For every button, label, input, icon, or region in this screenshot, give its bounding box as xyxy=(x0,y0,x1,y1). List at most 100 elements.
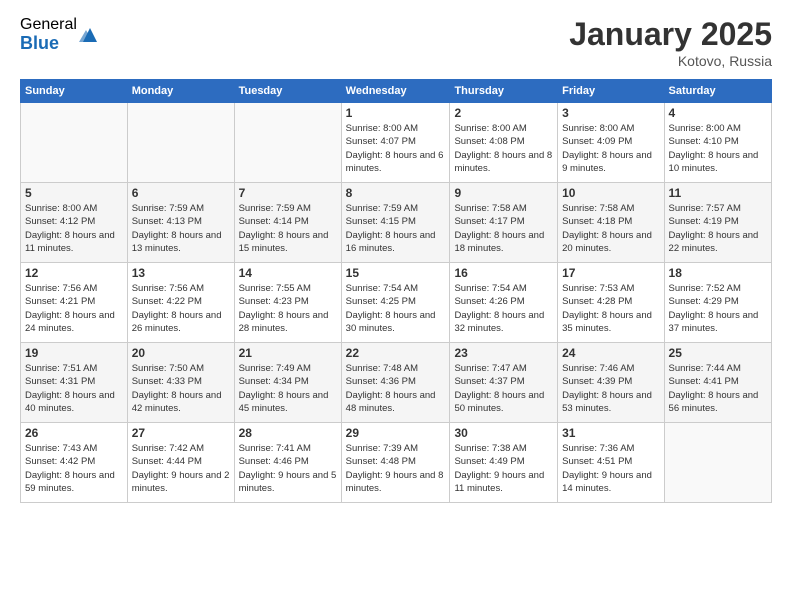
calendar-cell: 13 Sunrise: 7:56 AM Sunset: 4:22 PM Dayli… xyxy=(127,263,234,343)
day-info: Sunrise: 7:52 AM Sunset: 4:29 PM Dayligh… xyxy=(669,282,767,335)
calendar-cell: 14 Sunrise: 7:55 AM Sunset: 4:23 PM Dayli… xyxy=(234,263,341,343)
day-info: Sunrise: 7:57 AM Sunset: 4:19 PM Dayligh… xyxy=(669,202,767,255)
day-info: Sunrise: 7:38 AM Sunset: 4:49 PM Dayligh… xyxy=(454,442,553,495)
calendar-cell: 20Sunrise: 7:50 AM Sunset: 4:33 PM Dayli… xyxy=(127,343,234,423)
location: Kotovo, Russia xyxy=(569,53,772,69)
day-info: Sunrise: 7:54 AM Sunset: 4:25 PM Dayligh… xyxy=(346,282,446,335)
day-info: Sunrise: 7:56 AM Sunset: 4:21 PM Dayligh… xyxy=(25,282,123,335)
calendar-cell: 16 Sunrise: 7:54 AM Sunset: 4:26 PM Dayli… xyxy=(450,263,558,343)
month-title: January 2025 xyxy=(569,16,772,53)
day-info: Sunrise: 7:47 AM Sunset: 4:37 PM Dayligh… xyxy=(454,362,553,415)
day-info: Sunrise: 7:48 AM Sunset: 4:36 PM Dayligh… xyxy=(346,362,446,415)
day-number: 13 xyxy=(132,266,230,280)
day-number: 30 xyxy=(454,426,553,440)
calendar-cell: 29Sunrise: 7:39 AM Sunset: 4:48 PM Dayli… xyxy=(341,423,450,503)
calendar-cell: 12 Sunrise: 7:56 AM Sunset: 4:21 PM Dayli… xyxy=(21,263,128,343)
day-info: Sunrise: 7:50 AM Sunset: 4:33 PM Dayligh… xyxy=(132,362,230,415)
calendar-cell: 1Sunrise: 8:00 AM Sunset: 4:07 PM Daylig… xyxy=(341,103,450,183)
calendar-cell: 11 Sunrise: 7:57 AM Sunset: 4:19 PM Dayli… xyxy=(664,183,771,263)
day-number: 31 xyxy=(562,426,659,440)
day-number: 1 xyxy=(346,106,446,120)
header-thursday: Thursday xyxy=(450,80,558,103)
calendar-cell: 5 Sunrise: 8:00 AM Sunset: 4:12 PM Daylig… xyxy=(21,183,128,263)
calendar-week-1: 5 Sunrise: 8:00 AM Sunset: 4:12 PM Daylig… xyxy=(21,183,772,263)
calendar-cell xyxy=(234,103,341,183)
calendar-cell: 15 Sunrise: 7:54 AM Sunset: 4:25 PM Dayli… xyxy=(341,263,450,343)
day-number: 24 xyxy=(562,346,659,360)
day-number: 6 xyxy=(132,186,230,200)
day-info: Sunrise: 7:56 AM Sunset: 4:22 PM Dayligh… xyxy=(132,282,230,335)
calendar-week-3: 19 Sunrise: 7:51 AM Sunset: 4:31 PM Dayli… xyxy=(21,343,772,423)
day-info: Sunrise: 7:51 AM Sunset: 4:31 PM Dayligh… xyxy=(25,362,123,415)
calendar-table: Sunday Monday Tuesday Wednesday Thursday… xyxy=(20,79,772,503)
calendar-cell: 9 Sunrise: 7:58 AM Sunset: 4:17 PM Daylig… xyxy=(450,183,558,263)
calendar-header-row: Sunday Monday Tuesday Wednesday Thursday… xyxy=(21,80,772,103)
day-number: 12 xyxy=(25,266,123,280)
day-info: Sunrise: 7:41 AM Sunset: 4:46 PM Dayligh… xyxy=(239,442,337,495)
day-info: Sunrise: 7:36 AM Sunset: 4:51 PM Dayligh… xyxy=(562,442,659,495)
page: General Blue January 2025 Kotovo, Russia… xyxy=(0,0,792,612)
day-info: Sunrise: 7:42 AM Sunset: 4:44 PM Dayligh… xyxy=(132,442,230,495)
logo-general: General xyxy=(20,16,77,34)
calendar-cell: 8 Sunrise: 7:59 AM Sunset: 4:15 PM Daylig… xyxy=(341,183,450,263)
calendar-cell: 22 Sunrise: 7:48 AM Sunset: 4:36 PM Dayli… xyxy=(341,343,450,423)
calendar-cell: 18Sunrise: 7:52 AM Sunset: 4:29 PM Dayli… xyxy=(664,263,771,343)
day-number: 9 xyxy=(454,186,553,200)
day-info: Sunrise: 7:58 AM Sunset: 4:18 PM Dayligh… xyxy=(562,202,659,255)
calendar-cell: 6Sunrise: 7:59 AM Sunset: 4:13 PM Daylig… xyxy=(127,183,234,263)
calendar-cell xyxy=(664,423,771,503)
day-number: 4 xyxy=(669,106,767,120)
logo-blue: Blue xyxy=(20,34,77,54)
day-info: Sunrise: 7:58 AM Sunset: 4:17 PM Dayligh… xyxy=(454,202,553,255)
day-number: 16 xyxy=(454,266,553,280)
day-info: Sunrise: 7:55 AM Sunset: 4:23 PM Dayligh… xyxy=(239,282,337,335)
day-info: Sunrise: 8:00 AM Sunset: 4:08 PM Dayligh… xyxy=(454,122,553,175)
calendar-week-2: 12 Sunrise: 7:56 AM Sunset: 4:21 PM Dayli… xyxy=(21,263,772,343)
day-number: 27 xyxy=(132,426,230,440)
calendar-cell: 21Sunrise: 7:49 AM Sunset: 4:34 PM Dayli… xyxy=(234,343,341,423)
day-number: 15 xyxy=(346,266,446,280)
header-monday: Monday xyxy=(127,80,234,103)
day-number: 2 xyxy=(454,106,553,120)
day-number: 26 xyxy=(25,426,123,440)
day-info: Sunrise: 7:49 AM Sunset: 4:34 PM Dayligh… xyxy=(239,362,337,415)
calendar-cell: 30 Sunrise: 7:38 AM Sunset: 4:49 PM Dayli… xyxy=(450,423,558,503)
day-number: 25 xyxy=(669,346,767,360)
calendar-cell: 26Sunrise: 7:43 AM Sunset: 4:42 PM Dayli… xyxy=(21,423,128,503)
header-wednesday: Wednesday xyxy=(341,80,450,103)
day-number: 8 xyxy=(346,186,446,200)
calendar-cell: 31 Sunrise: 7:36 AM Sunset: 4:51 PM Dayli… xyxy=(558,423,664,503)
calendar-cell: 3Sunrise: 8:00 AM Sunset: 4:09 PM Daylig… xyxy=(558,103,664,183)
day-info: Sunrise: 7:44 AM Sunset: 4:41 PM Dayligh… xyxy=(669,362,767,415)
day-info: Sunrise: 7:59 AM Sunset: 4:15 PM Dayligh… xyxy=(346,202,446,255)
day-info: Sunrise: 7:46 AM Sunset: 4:39 PM Dayligh… xyxy=(562,362,659,415)
header-tuesday: Tuesday xyxy=(234,80,341,103)
day-number: 28 xyxy=(239,426,337,440)
header-sunday: Sunday xyxy=(21,80,128,103)
day-number: 29 xyxy=(346,426,446,440)
day-info: Sunrise: 8:00 AM Sunset: 4:09 PM Dayligh… xyxy=(562,122,659,175)
day-number: 19 xyxy=(25,346,123,360)
calendar-week-0: 1Sunrise: 8:00 AM Sunset: 4:07 PM Daylig… xyxy=(21,103,772,183)
day-info: Sunrise: 7:53 AM Sunset: 4:28 PM Dayligh… xyxy=(562,282,659,335)
day-info: Sunrise: 8:00 AM Sunset: 4:12 PM Dayligh… xyxy=(25,202,123,255)
day-number: 22 xyxy=(346,346,446,360)
day-number: 5 xyxy=(25,186,123,200)
logo-text: General Blue xyxy=(20,16,77,53)
day-info: Sunrise: 7:54 AM Sunset: 4:26 PM Dayligh… xyxy=(454,282,553,335)
header-friday: Friday xyxy=(558,80,664,103)
day-number: 11 xyxy=(669,186,767,200)
day-number: 10 xyxy=(562,186,659,200)
calendar-cell: 19 Sunrise: 7:51 AM Sunset: 4:31 PM Dayli… xyxy=(21,343,128,423)
calendar-cell: 2 Sunrise: 8:00 AM Sunset: 4:08 PM Daylig… xyxy=(450,103,558,183)
header: General Blue January 2025 Kotovo, Russia xyxy=(20,16,772,69)
calendar-cell: 25 Sunrise: 7:44 AM Sunset: 4:41 PM Dayli… xyxy=(664,343,771,423)
calendar-cell: 10 Sunrise: 7:58 AM Sunset: 4:18 PM Dayli… xyxy=(558,183,664,263)
day-number: 14 xyxy=(239,266,337,280)
day-number: 17 xyxy=(562,266,659,280)
logo: General Blue xyxy=(20,16,101,53)
calendar-cell: 27 Sunrise: 7:42 AM Sunset: 4:44 PM Dayli… xyxy=(127,423,234,503)
calendar-cell: 4Sunrise: 8:00 AM Sunset: 4:10 PM Daylig… xyxy=(664,103,771,183)
calendar-cell: 24 Sunrise: 7:46 AM Sunset: 4:39 PM Dayli… xyxy=(558,343,664,423)
calendar-cell: 17 Sunrise: 7:53 AM Sunset: 4:28 PM Dayli… xyxy=(558,263,664,343)
